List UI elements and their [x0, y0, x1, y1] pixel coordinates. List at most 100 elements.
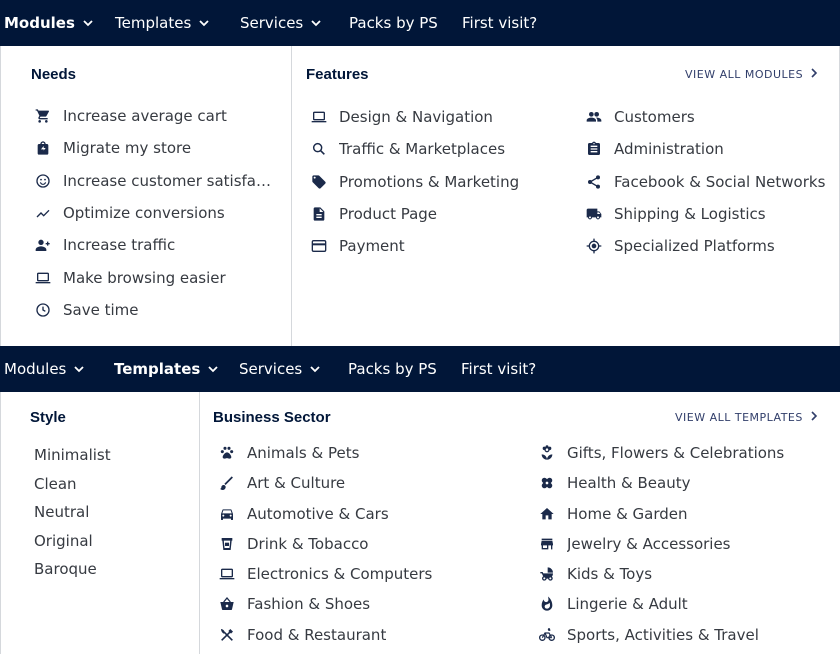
column-divider: [199, 392, 200, 654]
item-label: Traffic & Marketplaces: [339, 140, 506, 158]
flame-icon: [539, 596, 555, 612]
style-neutral[interactable]: Neutral: [34, 503, 89, 521]
item-label: Optimize conversions: [63, 204, 225, 222]
item-label: Automotive & Cars: [247, 505, 389, 523]
modules-mega-menu: Needs Features VIEW ALL MODULES Increase…: [0, 46, 840, 346]
sector-electronics-computers[interactable]: Electronics & Computers: [219, 563, 432, 585]
feature-shipping-logistics[interactable]: Shipping & Logistics: [586, 203, 766, 225]
view-all-label: VIEW ALL MODULES: [685, 68, 804, 81]
nav-modules[interactable]: Modules: [4, 0, 93, 46]
sector-health-beauty[interactable]: Health & Beauty: [539, 472, 690, 494]
view-all-label: VIEW ALL TEMPLATES: [675, 411, 803, 424]
style-clean[interactable]: Clean: [34, 475, 77, 493]
sector-fashion-shoes[interactable]: Fashion & Shoes: [219, 593, 370, 615]
item-label: Payment: [339, 237, 405, 255]
car-icon: [219, 506, 235, 522]
truck-icon: [586, 206, 602, 222]
need-increase-traffic[interactable]: Increase traffic: [35, 234, 175, 256]
paw-icon: [219, 445, 235, 461]
need-migrate-store[interactable]: Migrate my store: [35, 137, 191, 159]
item-label: Lingerie & Adult: [567, 595, 688, 613]
nav-label: Templates: [114, 360, 201, 378]
nav-label: First visit?: [461, 360, 537, 378]
item-label: Specialized Platforms: [614, 237, 775, 255]
sector-food-restaurant[interactable]: Food & Restaurant: [219, 624, 386, 646]
item-label: Promotions & Marketing: [339, 173, 520, 191]
nav-packs[interactable]: Packs by PS: [348, 346, 437, 392]
need-browsing-easier[interactable]: Make browsing easier: [35, 267, 226, 289]
nav-modules[interactable]: Modules: [4, 346, 84, 392]
sector-drink-tobacco[interactable]: Drink & Tobacco: [219, 533, 369, 555]
view-all-templates-link[interactable]: VIEW ALL TEMPLATES: [675, 411, 818, 424]
add-user-icon: [35, 237, 51, 253]
sector-art-culture[interactable]: Art & Culture: [219, 472, 345, 494]
nav-services[interactable]: Services: [240, 0, 321, 46]
chevron-down-icon: [199, 19, 209, 27]
bike-icon: [539, 627, 555, 643]
item-label: Save time: [63, 301, 139, 319]
nav-first-visit[interactable]: First visit?: [461, 346, 536, 392]
item-label: Health & Beauty: [567, 474, 691, 492]
sector-home-garden[interactable]: Home & Garden: [539, 503, 688, 525]
style-heading: Style: [30, 409, 66, 426]
sector-sports-travel[interactable]: Sports, Activities & Travel: [539, 624, 759, 646]
feature-design-navigation[interactable]: Design & Navigation: [311, 106, 493, 128]
nav-templates[interactable]: Templates: [115, 0, 209, 46]
target-icon: [586, 238, 602, 254]
features-heading: Features: [306, 66, 369, 83]
clipboard-icon: [586, 141, 602, 157]
column-divider: [291, 46, 292, 346]
item-label: Home & Garden: [567, 505, 688, 523]
chevron-down-icon: [310, 365, 320, 373]
style-original[interactable]: Original: [34, 532, 93, 550]
feature-administration[interactable]: Administration: [586, 138, 724, 160]
item-label: Fashion & Shoes: [247, 595, 371, 613]
feature-specialized-platforms[interactable]: Specialized Platforms: [586, 235, 775, 257]
need-increase-average-cart[interactable]: Increase average cart: [35, 105, 227, 127]
style-baroque[interactable]: Baroque: [34, 560, 97, 578]
nav-label: Modules: [4, 360, 67, 378]
view-all-modules-link[interactable]: VIEW ALL MODULES: [685, 68, 818, 81]
nav-label: Packs by PS: [349, 14, 438, 32]
item-label: Kids & Toys: [567, 565, 653, 583]
cutlery-icon: [219, 627, 235, 643]
chevron-right-icon: [811, 68, 818, 81]
bandage-icon: [539, 475, 555, 491]
chevron-down-icon: [208, 365, 218, 373]
feature-payment[interactable]: Payment: [311, 235, 405, 257]
item-label: Shipping & Logistics: [614, 205, 766, 223]
brush-icon: [219, 475, 235, 491]
need-save-time[interactable]: Save time: [35, 299, 138, 321]
feature-facebook-social[interactable]: Facebook & Social Networks: [586, 171, 825, 193]
nav-first-visit[interactable]: First visit?: [462, 0, 537, 46]
need-optimize-conversions[interactable]: Optimize conversions: [35, 202, 225, 224]
nav-label: First visit?: [462, 14, 538, 32]
needs-heading: Needs: [31, 66, 77, 83]
feature-product-page[interactable]: Product Page: [311, 203, 437, 225]
chevron-down-icon: [83, 19, 93, 27]
drink-icon: [219, 536, 235, 552]
chevron-right-icon: [811, 411, 818, 424]
feature-promotions-marketing[interactable]: Promotions & Marketing: [311, 171, 519, 193]
item-label: Increase customer satisfacti…: [63, 172, 275, 190]
nav-packs[interactable]: Packs by PS: [349, 0, 438, 46]
sector-jewelry-accessories[interactable]: Jewelry & Accessories: [539, 533, 731, 555]
sector-gifts-flowers[interactable]: Gifts, Flowers & Celebrations: [539, 442, 784, 464]
sector-automotive-cars[interactable]: Automotive & Cars: [219, 503, 389, 525]
nav-templates[interactable]: Templates: [114, 346, 218, 392]
sector-lingerie-adult[interactable]: Lingerie & Adult: [539, 593, 688, 615]
document-icon: [311, 206, 327, 222]
credit-card-icon: [311, 238, 327, 254]
need-customer-satisfaction[interactable]: Increase customer satisfacti…: [35, 170, 275, 192]
nav-services[interactable]: Services: [239, 346, 320, 392]
sector-kids-toys[interactable]: Kids & Toys: [539, 563, 652, 585]
item-label: Increase average cart: [63, 107, 227, 125]
item-label: Food & Restaurant: [247, 626, 387, 644]
main-nav-bottom: Modules Templates Services Packs by PS F…: [0, 346, 840, 392]
sector-animals-pets[interactable]: Animals & Pets: [219, 442, 359, 464]
feature-traffic-marketplaces[interactable]: Traffic & Marketplaces: [311, 138, 505, 160]
item-label: Drink & Tobacco: [247, 535, 369, 553]
feature-customers[interactable]: Customers: [586, 106, 695, 128]
style-minimalist[interactable]: Minimalist: [34, 446, 111, 464]
item-label: Increase traffic: [63, 236, 176, 254]
